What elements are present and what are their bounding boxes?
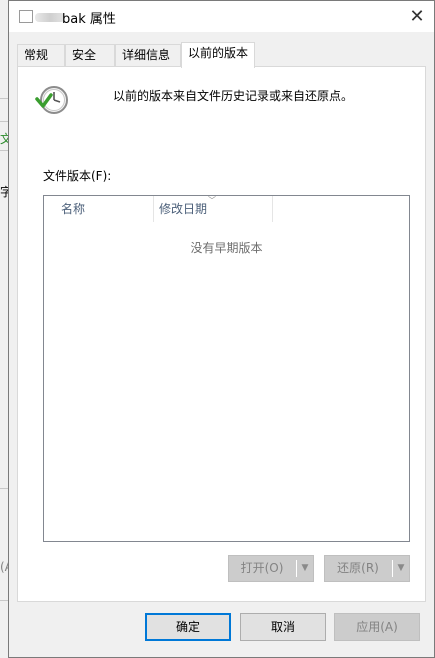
apply-button[interactable]: 应用(A)	[334, 613, 420, 641]
previous-versions-panel: 以前的版本来自文件历史记录或来自还原点。 文件版本(F): 名称 修改日期 ﹀ …	[17, 66, 426, 602]
file-versions-list[interactable]: 名称 修改日期 ﹀ 没有早期版本	[43, 195, 410, 542]
empty-list-message: 没有早期版本	[190, 241, 263, 255]
restore-button-label: 还原(R)	[337, 561, 379, 575]
chevron-down-icon[interactable]: ▼	[393, 556, 409, 581]
column-separator[interactable]	[153, 196, 154, 222]
redacted-filename	[35, 13, 65, 22]
cancel-button[interactable]: 取消	[240, 613, 326, 641]
properties-dialog: bak 属性 ✕ 常规 安全 详细信息 以前的版本 以前的版本来自文件历史记录或…	[8, 0, 435, 658]
file-versions-label: 文件版本(F):	[43, 169, 112, 183]
close-icon: ✕	[409, 6, 425, 27]
file-icon	[19, 10, 33, 23]
ok-button[interactable]: 确定	[145, 613, 231, 641]
clock-restore-icon	[35, 86, 68, 114]
column-separator[interactable]	[272, 196, 273, 222]
tab-details[interactable]: 详细信息	[115, 44, 181, 67]
title-bar[interactable]: bak 属性 ✕	[9, 1, 434, 32]
open-button-label: 打开(O)	[240, 561, 284, 575]
sort-indicator-icon: ﹀	[208, 196, 216, 205]
column-header-name[interactable]: 名称	[61, 196, 153, 222]
info-text: 以前的版本来自文件历史记录或来自还原点。	[113, 89, 354, 103]
tab-previous-versions[interactable]: 以前的版本	[181, 42, 255, 68]
window-title: bak 属性	[62, 12, 116, 27]
chevron-down-icon[interactable]: ▼	[297, 556, 313, 581]
open-split-button[interactable]: 打开(O) ▼	[228, 555, 314, 582]
tab-security[interactable]: 安全	[65, 44, 115, 67]
restore-split-button[interactable]: 还原(R) ▼	[324, 555, 410, 582]
close-button[interactable]: ✕	[400, 1, 434, 32]
tab-general[interactable]: 常规	[17, 44, 65, 67]
